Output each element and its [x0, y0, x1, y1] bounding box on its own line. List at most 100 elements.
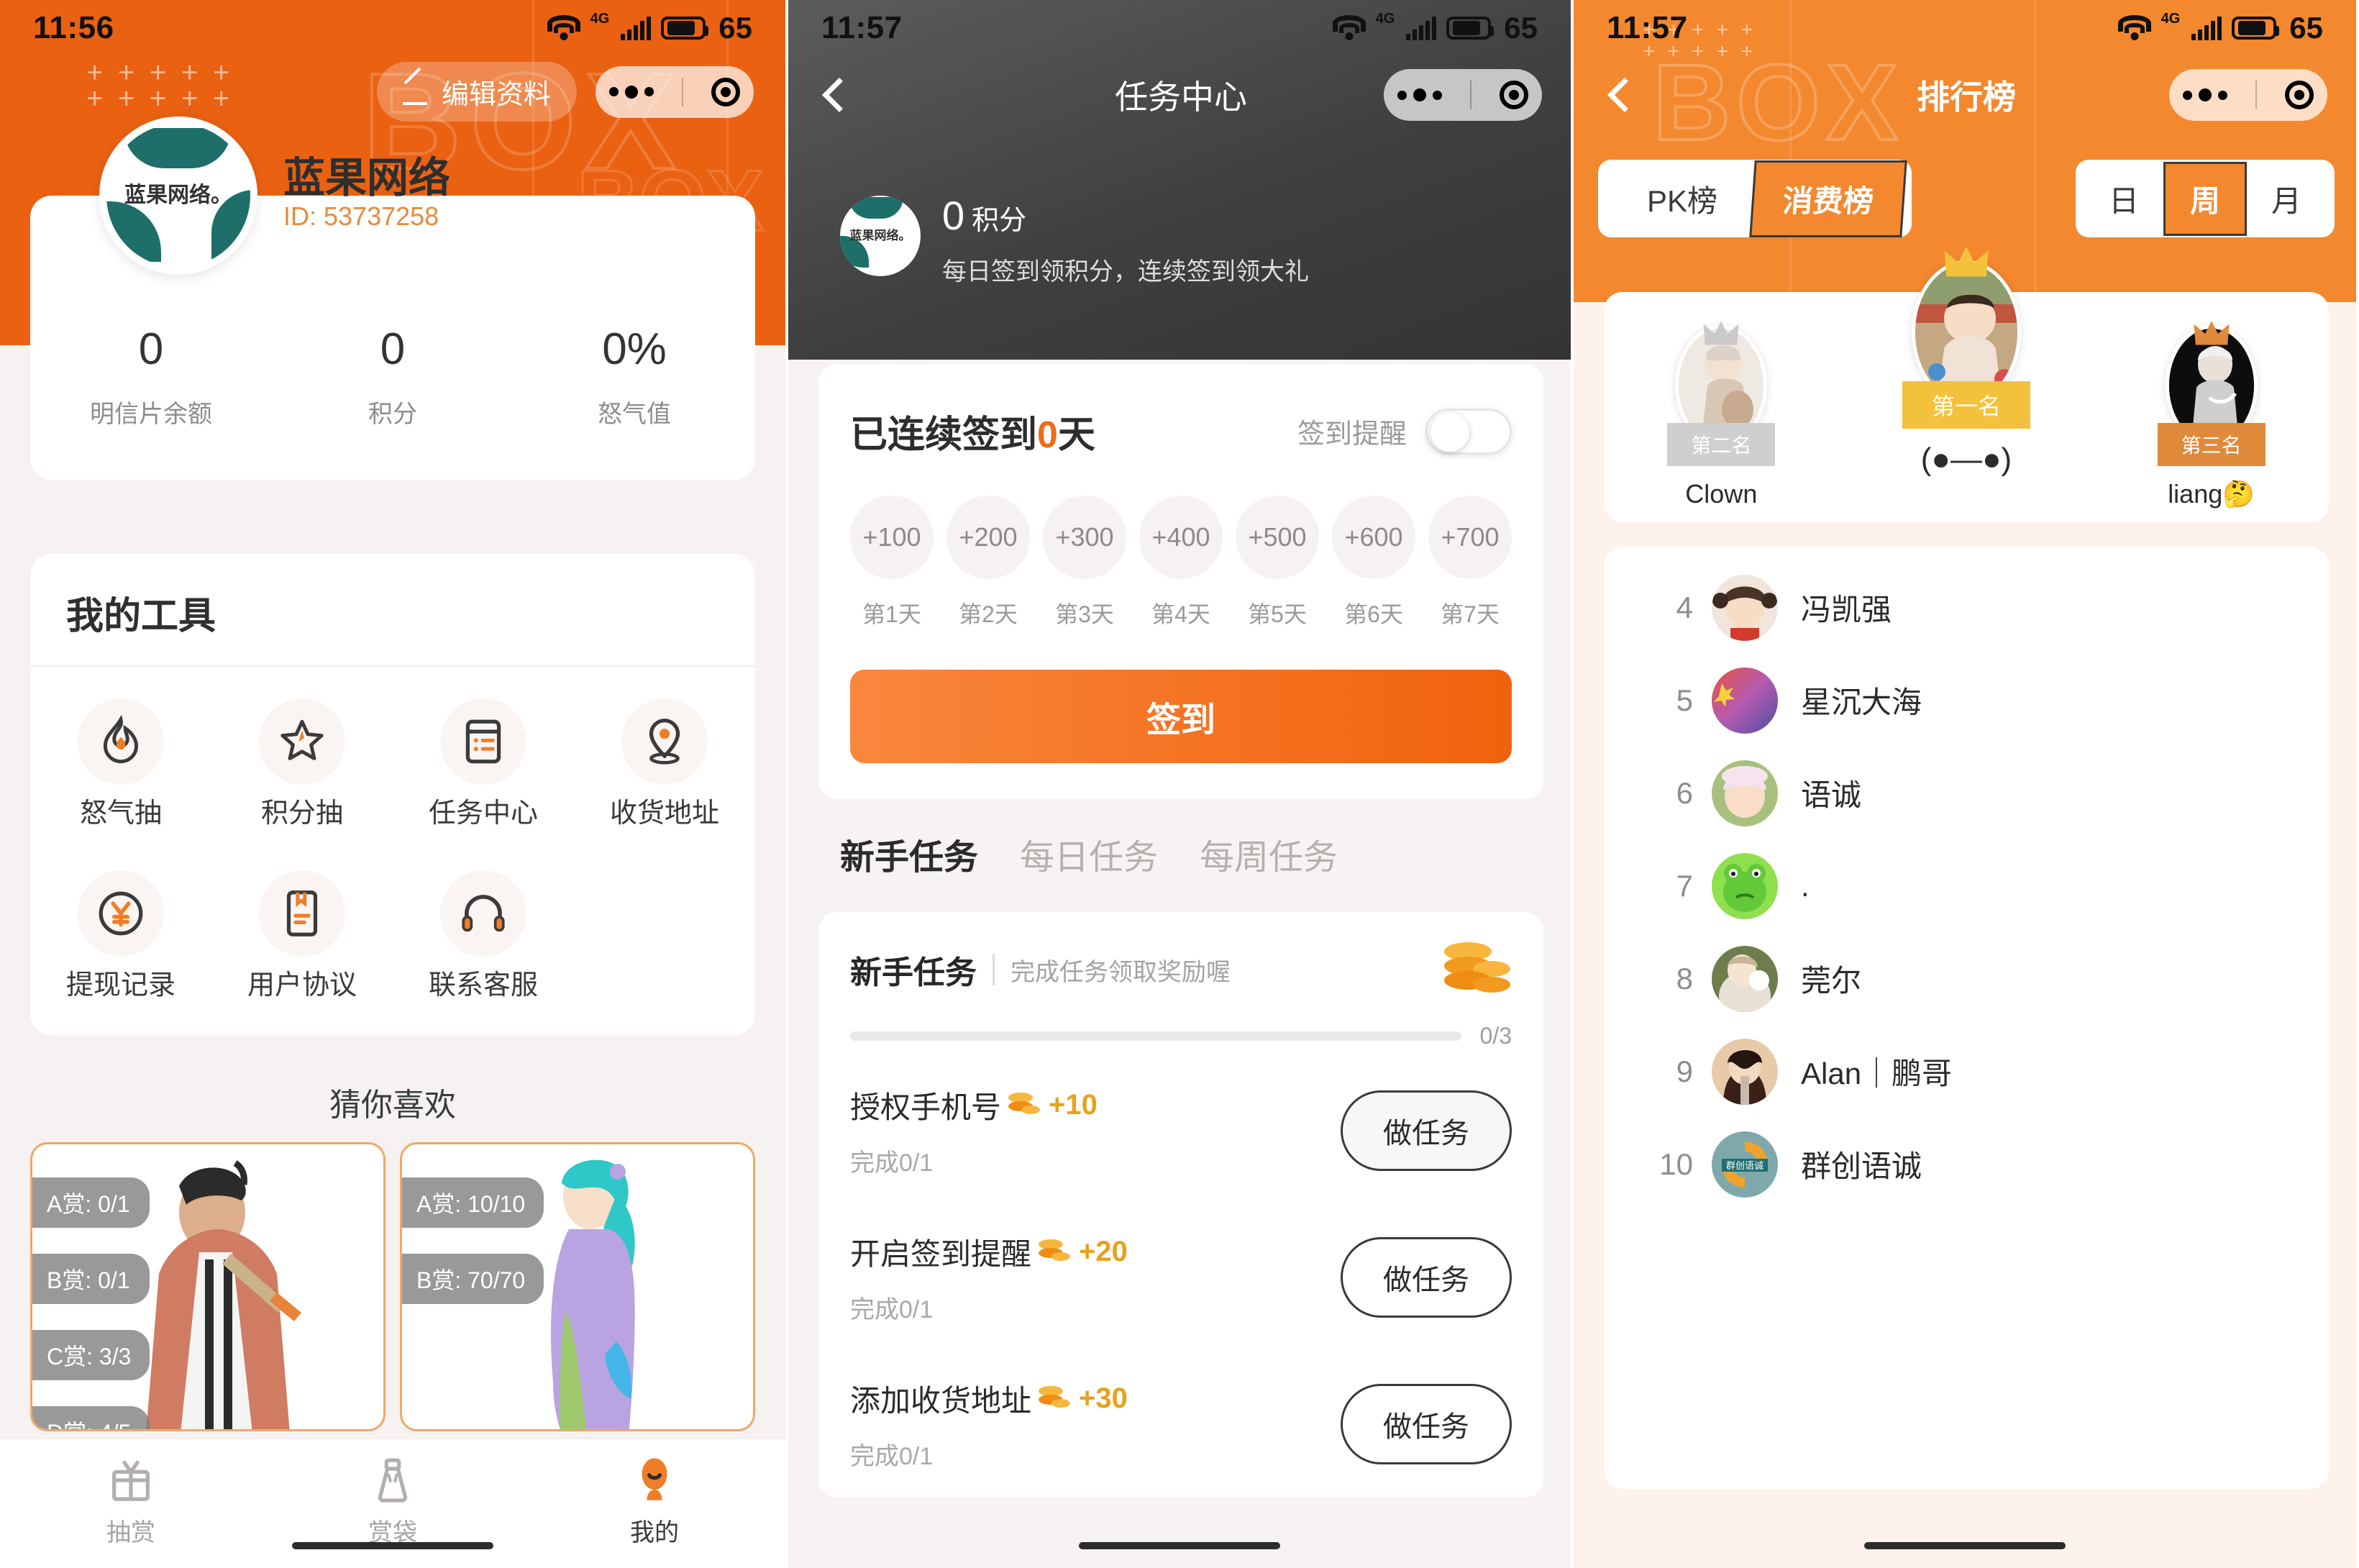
rank-row[interactable]: 6 语诚 [1604, 747, 2329, 839]
close-target-icon[interactable] [2284, 81, 2314, 109]
tool-withdraw-record[interactable]: 提现记录 [30, 870, 211, 1002]
miniprogram-capsule[interactable] [2169, 69, 2327, 121]
tab-newbie-tasks[interactable]: 新手任务 [840, 829, 978, 879]
podium-third[interactable]: 第三名 liang🤔 [2157, 321, 2266, 509]
points-value-row: 0 积分 [942, 196, 1309, 236]
board-type-segmented: PK榜 消费榜 [1598, 160, 1912, 237]
edit-profile-button[interactable]: 编辑资料 [376, 62, 577, 122]
rank-row[interactable]: 10 群创语诚 群创语诚 [1604, 1118, 2329, 1211]
close-target-icon[interactable] [1499, 81, 1528, 109]
tab-prize-bag[interactable]: 赏袋 [262, 1449, 524, 1548]
tools-grid: 怒气抽 积分抽 任务中心 收货地址 提现记录 用户协议 联系客服 [30, 698, 755, 1002]
avatar[interactable]: 蓝果网络。 [99, 117, 257, 275]
prize-badge-list: A赏: 10/10 B赏: 70/70 [402, 1177, 544, 1304]
task-progress: 完成0/1 [850, 1443, 934, 1470]
battery-icon [2232, 17, 2280, 40]
tool-task-center[interactable]: 任务中心 [393, 698, 574, 830]
signin-reminder-toggle[interactable] [1425, 408, 1512, 455]
period-week[interactable]: 周 [2163, 161, 2247, 236]
signin-day[interactable]: +500 第5天 [1236, 496, 1319, 629]
rank-ribbon: 第三名 [2157, 423, 2266, 466]
rank-row[interactable]: 9 Alan｜鹏哥 [1604, 1025, 2329, 1118]
capsule-divider [681, 77, 683, 106]
task-progress: 完成0/1 [850, 1149, 934, 1177]
tool-points-draw[interactable]: 积分抽 [211, 698, 393, 830]
stat-postcard-balance[interactable]: 0 明信片余额 [30, 324, 272, 429]
more-menu-icon[interactable] [1397, 88, 1443, 101]
home-indicator [1079, 1542, 1280, 1549]
signin-reminder-row: 签到提醒 [1297, 408, 1512, 455]
tab-label: 抽赏 [106, 1519, 155, 1546]
rank-row[interactable]: 5 星沉大海 [1604, 654, 2329, 747]
avatar: 群创语诚 [1712, 1131, 1778, 1198]
stat-anger-value[interactable]: 0% 怒气值 [514, 324, 755, 429]
task-list: 授权手机号 +10 完成0/1 做任务 开启签到提醒 +20 完成0/1 做任务… [818, 1057, 1543, 1498]
panel-leaderboard: + + + + + + + + + + BOX 11:57 4G 65 排行榜 PK榜 消费榜 … [1571, 0, 2356, 1568]
profile-topbar: 编辑资料 [0, 62, 785, 122]
period-month[interactable]: 月 [2247, 177, 2326, 221]
signal-icon [621, 16, 652, 40]
tool-user-agreement[interactable]: 用户协议 [211, 870, 393, 1002]
tab-draw[interactable]: 抽赏 [0, 1449, 262, 1548]
leaderboard-navbar: 排行榜 [1574, 69, 2356, 121]
task-title: 开启签到提醒 [850, 1237, 1032, 1271]
tool-anger-draw[interactable]: 怒气抽 [30, 698, 211, 830]
recommend-card[interactable]: A赏: 10/10 B赏: 70/70 [400, 1142, 755, 1431]
tool-shipping-address[interactable]: 收货地址 [574, 698, 755, 830]
tab-mine[interactable]: 我的 [524, 1449, 785, 1548]
chevron-left-icon[interactable] [821, 77, 857, 113]
rank-name: Alan｜鹏哥 [1801, 1057, 1953, 1090]
coin-icon [1039, 1238, 1072, 1267]
tab-pk-board[interactable]: PK榜 [1630, 177, 1735, 221]
do-task-button[interactable]: 做任务 [1341, 1237, 1512, 1318]
period-day[interactable]: 日 [2084, 177, 2163, 221]
network-type-label: 4G [1375, 11, 1395, 27]
rank-number: 7 [1676, 868, 1693, 903]
task-title: 添加收货地址 [850, 1384, 1032, 1418]
avatar-wrap[interactable]: 蓝果网络。 [99, 117, 257, 275]
avatar[interactable]: 蓝果网络。 [840, 196, 921, 276]
network-type-label: 4G [2160, 11, 2181, 27]
panel-task-center: 11:57 4G 65 任务中心 蓝果网络。 0 积分 每日签到领积分，连续签到领 [785, 0, 1571, 1568]
podium-first[interactable]: 第一名 (●—●) [1902, 246, 2030, 478]
miniprogram-capsule[interactable] [1384, 69, 1542, 121]
miniprogram-capsule[interactable] [596, 65, 754, 118]
more-menu-icon[interactable] [609, 85, 654, 99]
tab-spend-board[interactable]: 消费榜 [1749, 160, 1907, 237]
signin-button[interactable]: 签到 [850, 670, 1512, 763]
task-row: 添加收货地址 +30 完成0/1 做任务 [850, 1351, 1512, 1498]
do-task-button[interactable]: 做任务 [1341, 1384, 1512, 1464]
rank-row[interactable]: 4 冯凯强 [1604, 561, 2329, 654]
signin-day[interactable]: +400 第4天 [1139, 496, 1223, 629]
crown-icon [1941, 245, 1991, 284]
rank-row[interactable]: 7 . [1604, 839, 2329, 932]
signin-day[interactable]: +100 第1天 [850, 496, 934, 629]
signin-day[interactable]: +600 第6天 [1332, 496, 1415, 629]
signin-reminder-label: 签到提醒 [1297, 419, 1407, 450]
home-indicator [292, 1542, 493, 1549]
pencil-icon [402, 79, 429, 105]
tool-contact-support[interactable]: 联系客服 [393, 870, 574, 1002]
do-task-button[interactable]: 做任务 [1341, 1090, 1512, 1171]
tool-label: 怒气抽 [79, 798, 162, 829]
signin-day[interactable]: +200 第2天 [946, 496, 1030, 629]
signin-day[interactable]: +700 第7天 [1428, 496, 1512, 629]
chevron-left-icon[interactable] [1607, 77, 1643, 113]
avatar-logo-text: 蓝果网络。 [124, 183, 232, 207]
tab-daily-tasks[interactable]: 每日任务 [1020, 829, 1158, 879]
more-menu-icon[interactable] [2183, 88, 2228, 101]
podium: 第二名 Clown 第一名 (●—●) 第三名 liang🤔 [1604, 246, 2329, 522]
divider [30, 665, 755, 667]
crown-icon [2191, 319, 2232, 352]
podium-second[interactable]: 第二名 Clown [1667, 321, 1776, 509]
battery-icon [661, 17, 709, 40]
tab-weekly-tasks[interactable]: 每周任务 [1200, 829, 1338, 879]
rank-name: 冯凯强 [1801, 593, 1892, 626]
close-target-icon[interactable] [711, 77, 740, 106]
signin-day[interactable]: +300 第3天 [1043, 496, 1126, 629]
recommend-card[interactable]: A赏: 0/1 B赏: 0/1 C赏: 3/3 D赏: 4/5 [30, 1142, 385, 1431]
stat-points[interactable]: 0 积分 [272, 324, 514, 429]
status-bar: 11:57 4G 65 [1574, 0, 2356, 56]
rank-row[interactable]: 8 莞尔 [1604, 932, 2329, 1025]
day-label: 第3天 [1055, 601, 1114, 627]
